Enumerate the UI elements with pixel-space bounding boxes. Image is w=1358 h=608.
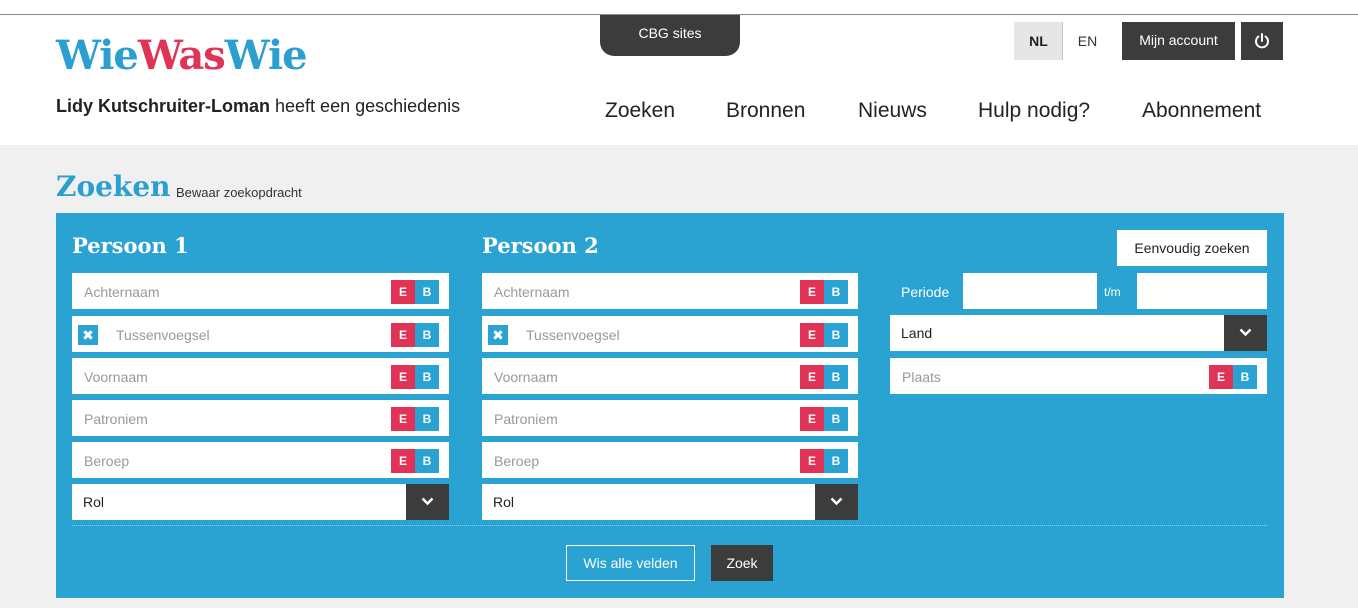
logo-part-2: Was [137, 32, 226, 79]
p2-beroep-begins-toggle[interactable]: B [824, 449, 848, 473]
p1-beroep-exact-toggle[interactable]: E [391, 449, 415, 473]
panel-divider [72, 525, 1267, 526]
nav-hulp-nodig[interactable]: Hulp nodig? [978, 99, 1090, 123]
simple-search-button[interactable]: Eenvoudig zoeken [1117, 230, 1267, 266]
p1-tussenvoegsel-begins-toggle[interactable]: B [415, 323, 439, 347]
p1-achternaam-field[interactable]: Achternaam E B [72, 273, 449, 309]
p1-tussenvoegsel-exact-toggle[interactable]: E [391, 323, 415, 347]
periode-tm-label: t/m [1104, 285, 1121, 299]
p2-beroep-exact-toggle[interactable]: E [800, 449, 824, 473]
p2-rol-select[interactable]: Rol [482, 484, 858, 520]
person-2-title: Persoon 2 [482, 233, 599, 258]
my-account-button[interactable]: Mijn account [1122, 22, 1235, 60]
lang-en-button[interactable]: EN [1063, 22, 1112, 60]
chevron-down-icon[interactable] [1224, 315, 1267, 351]
plaats-exact-toggle[interactable]: E [1209, 365, 1233, 389]
p1-rol-select[interactable]: Rol [72, 484, 449, 520]
tagline-name: Lidy Kutschruiter-Loman [56, 96, 271, 116]
p1-voornaam-placeholder: Voornaam [84, 369, 148, 385]
p1-patroniem-begins-toggle[interactable]: B [415, 407, 439, 431]
p1-tussenvoegsel-clear-icon[interactable]: ✖ [78, 325, 98, 345]
logo-part-3: Wie [224, 32, 308, 79]
p2-beroep-field[interactable]: Beroep E B [482, 442, 858, 478]
land-select[interactable]: Land [890, 315, 1267, 351]
plaats-placeholder: Plaats [902, 369, 941, 385]
p2-patroniem-begins-toggle[interactable]: B [824, 407, 848, 431]
p2-patroniem-field[interactable]: Patroniem E B [482, 400, 858, 436]
p2-tussenvoegsel-exact-toggle[interactable]: E [800, 323, 824, 347]
nav-bronnen[interactable]: Bronnen [726, 99, 805, 123]
p1-voornaam-exact-toggle[interactable]: E [391, 365, 415, 389]
p1-achternaam-begins-toggle[interactable]: B [415, 280, 439, 304]
p2-voornaam-begins-toggle[interactable]: B [824, 365, 848, 389]
p2-tussenvoegsel-placeholder: Tussenvoegsel [526, 327, 620, 343]
clear-all-fields-button[interactable]: Wis alle velden [566, 545, 695, 581]
nav-abonnement[interactable]: Abonnement [1142, 99, 1261, 123]
p1-voornaam-begins-toggle[interactable]: B [415, 365, 439, 389]
p2-beroep-placeholder: Beroep [494, 453, 540, 469]
tagline: Lidy Kutschruiter-Loman heeft een geschi… [56, 96, 460, 117]
periode-from-input[interactable] [963, 273, 1097, 309]
p1-tussenvoegsel-placeholder: Tussenvoegsel [116, 327, 210, 343]
p1-patroniem-placeholder: Patroniem [84, 411, 148, 427]
p2-voornaam-exact-toggle[interactable]: E [800, 365, 824, 389]
p2-achternaam-begins-toggle[interactable]: B [824, 280, 848, 304]
p2-tussenvoegsel-begins-toggle[interactable]: B [824, 323, 848, 347]
periode-label: Periode [901, 284, 950, 300]
wiewaswie-logo[interactable]: WieWasWie [56, 32, 308, 79]
p1-patroniem-field[interactable]: Patroniem E B [72, 400, 449, 436]
p2-achternaam-placeholder: Achternaam [494, 284, 570, 300]
p2-achternaam-field[interactable]: Achternaam E B [482, 273, 858, 309]
person-1-title: Persoon 1 [72, 233, 189, 258]
nav-nieuws[interactable]: Nieuws [858, 99, 927, 123]
chevron-down-icon[interactable] [406, 484, 449, 520]
plaats-field[interactable]: Plaats E B [890, 358, 1267, 394]
lang-nl-button[interactable]: NL [1014, 22, 1063, 60]
p1-patroniem-exact-toggle[interactable]: E [391, 407, 415, 431]
p1-voornaam-field[interactable]: Voornaam E B [72, 358, 449, 394]
nav-zoeken[interactable]: Zoeken [605, 99, 675, 123]
p2-achternaam-exact-toggle[interactable]: E [800, 280, 824, 304]
p2-rol-value: Rol [493, 494, 515, 510]
p1-achternaam-exact-toggle[interactable]: E [391, 280, 415, 304]
p1-achternaam-placeholder: Achternaam [84, 284, 160, 300]
logo-part-1: Wie [56, 32, 139, 79]
land-value: Land [901, 325, 933, 341]
tagline-text: heeft een geschiedenis [270, 96, 461, 116]
power-icon [1255, 33, 1269, 49]
p1-rol-value: Rol [83, 494, 105, 510]
p1-beroep-begins-toggle[interactable]: B [415, 449, 439, 473]
p1-tussenvoegsel-field[interactable]: ✖ Tussenvoegsel E B [72, 316, 449, 352]
plaats-begins-toggle[interactable]: B [1233, 365, 1257, 389]
p2-tussenvoegsel-clear-icon[interactable]: ✖ [488, 325, 508, 345]
chevron-down-icon[interactable] [815, 484, 858, 520]
p2-tussenvoegsel-field[interactable]: ✖ Tussenvoegsel E B [482, 316, 858, 352]
p2-voornaam-placeholder: Voornaam [494, 369, 558, 385]
periode-to-input[interactable] [1137, 273, 1267, 309]
page-title: Zoeken [56, 170, 171, 203]
save-search-link[interactable]: Bewaar zoekopdracht [176, 185, 302, 200]
cbg-sites-tab[interactable]: CBG sites [600, 15, 740, 56]
p2-voornaam-field[interactable]: Voornaam E B [482, 358, 858, 394]
p1-beroep-field[interactable]: Beroep E B [72, 442, 449, 478]
p2-patroniem-exact-toggle[interactable]: E [800, 407, 824, 431]
p1-beroep-placeholder: Beroep [84, 453, 130, 469]
p2-patroniem-placeholder: Patroniem [494, 411, 558, 427]
logout-button[interactable] [1241, 22, 1283, 60]
search-button[interactable]: Zoek [711, 545, 773, 581]
